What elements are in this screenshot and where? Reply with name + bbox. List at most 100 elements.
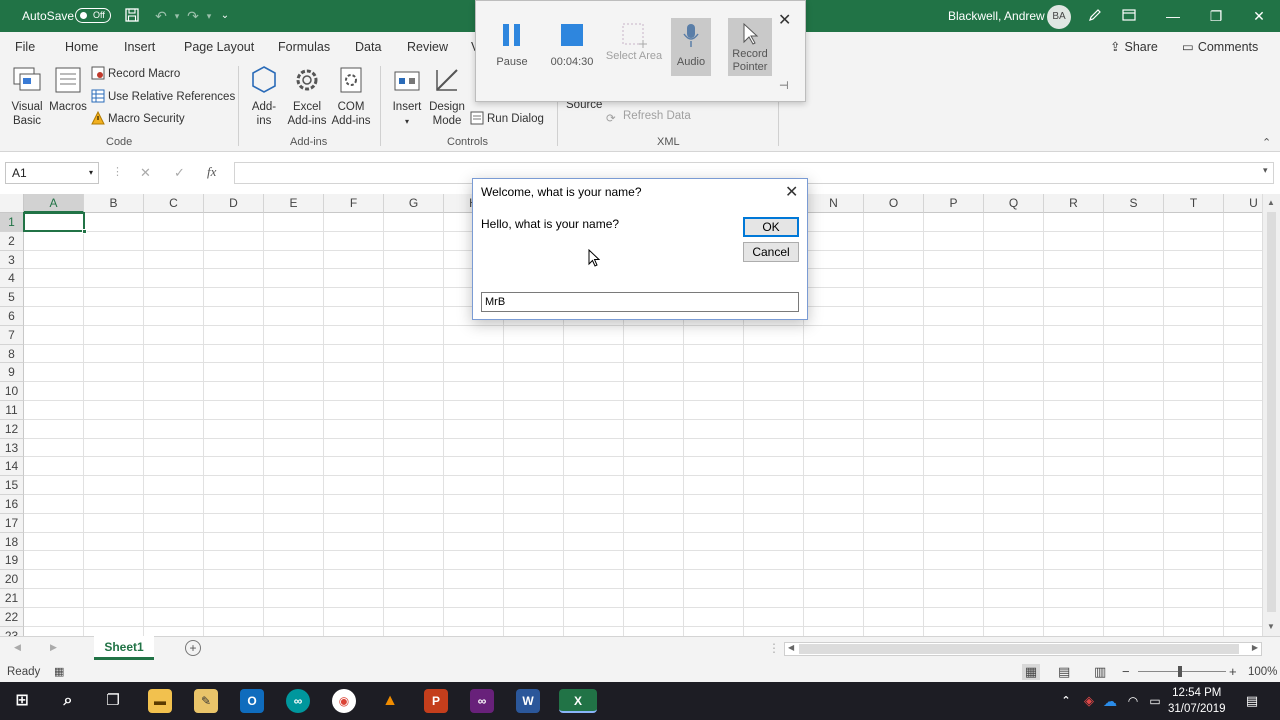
run-dialog-button[interactable]: Run Dialog: [470, 110, 544, 128]
scroll-up-icon[interactable]: ▲: [1267, 198, 1275, 207]
sheet-tab-sheet1[interactable]: Sheet1: [94, 636, 154, 660]
row-header[interactable]: 14: [0, 457, 24, 477]
column-header[interactable]: P: [924, 194, 984, 213]
row-header[interactable]: 21: [0, 589, 24, 608]
collapse-ribbon-icon[interactable]: ⌃: [1262, 136, 1271, 149]
restore-button[interactable]: ❐: [1193, 0, 1239, 32]
minimize-button[interactable]: —: [1150, 0, 1196, 32]
row-header[interactable]: 12: [0, 419, 24, 439]
onedrive-icon[interactable]: ☁: [1098, 689, 1122, 713]
powerpoint-icon[interactable]: P: [424, 689, 448, 713]
taskbar-clock[interactable]: 12:54 PM 31/07/2019: [1168, 685, 1226, 717]
record-macro-button[interactable]: Record Macro: [91, 65, 180, 83]
row-header[interactable]: 18: [0, 532, 24, 552]
close-window-button[interactable]: ✕: [1236, 0, 1280, 32]
search-icon[interactable]: ⌕: [56, 689, 80, 713]
fill-handle[interactable]: [82, 229, 87, 234]
row-header[interactable]: 10: [0, 382, 24, 401]
normal-view-icon[interactable]: ▦: [1022, 664, 1040, 680]
row-header[interactable]: 6: [0, 307, 24, 326]
comments-button[interactable]: ▭ Comments: [1182, 37, 1258, 57]
pin-icon[interactable]: ⊣: [779, 79, 789, 92]
tab-formulas[interactable]: Formulas: [278, 40, 330, 54]
zoom-out-icon[interactable]: −: [1122, 664, 1130, 679]
tab-page-layout[interactable]: Page Layout: [184, 40, 254, 54]
save-icon[interactable]: [123, 7, 141, 25]
file-explorer-icon[interactable]: ▬: [148, 689, 172, 713]
cancel-button[interactable]: Cancel: [743, 242, 799, 262]
next-sheet-icon[interactable]: ▶: [50, 642, 57, 653]
com-add-ins-button[interactable]: COM Add-ins: [330, 64, 372, 128]
scroll-left-icon[interactable]: ◀: [788, 643, 794, 652]
zoom-in-icon[interactable]: +: [1229, 664, 1237, 679]
page-break-view-icon[interactable]: ▥: [1094, 664, 1106, 680]
page-layout-view-icon[interactable]: ▤: [1058, 664, 1070, 680]
cancel-entry-icon[interactable]: ✕: [140, 165, 151, 181]
task-view-icon[interactable]: ❐: [101, 689, 125, 713]
row-header[interactable]: 8: [0, 344, 24, 364]
tab-data[interactable]: Data: [355, 40, 381, 54]
select-area-button[interactable]: Select Area: [604, 18, 664, 63]
autosave-toggle[interactable]: Off: [75, 8, 111, 23]
visual-studio-icon[interactable]: ∞: [470, 689, 494, 713]
vertical-scroll-thumb[interactable]: [1267, 212, 1276, 612]
vertical-scrollbar[interactable]: ▲ ▼: [1262, 194, 1280, 636]
avatar[interactable]: BA: [1047, 5, 1071, 29]
word-icon[interactable]: W: [516, 689, 540, 713]
show-hidden-icons-icon[interactable]: ⌃: [1054, 689, 1078, 713]
scroll-right-icon[interactable]: ▶: [1252, 643, 1258, 652]
tab-home[interactable]: Home: [65, 40, 98, 54]
row-header[interactable]: 22: [0, 607, 24, 627]
scroll-down-icon[interactable]: ▼: [1267, 622, 1275, 631]
design-mode-button[interactable]: Design Mode: [428, 64, 466, 128]
column-header[interactable]: T: [1164, 194, 1224, 213]
column-header[interactable]: S: [1104, 194, 1164, 213]
column-header[interactable]: F: [324, 194, 384, 213]
ribbon-display-icon[interactable]: [1120, 7, 1138, 25]
action-center-icon[interactable]: ▤: [1240, 689, 1264, 713]
column-header[interactable]: E: [264, 194, 324, 213]
arduino-icon[interactable]: ∞: [286, 689, 310, 713]
column-header[interactable]: C: [144, 194, 204, 213]
column-header[interactable]: U: [1224, 194, 1262, 213]
column-header[interactable]: D: [204, 194, 264, 213]
close-recorder-icon[interactable]: ✕: [778, 10, 791, 30]
visual-basic-button[interactable]: Visual Basic: [8, 64, 46, 128]
windows-start-icon[interactable]: ⊞: [10, 689, 34, 713]
name-box[interactable]: A1 ▾: [5, 162, 99, 184]
close-dialog-icon[interactable]: ✕: [785, 182, 798, 202]
pause-recording-button[interactable]: Pause: [482, 18, 542, 69]
customize-qat-icon[interactable]: ⌄: [216, 7, 234, 25]
column-header[interactable]: O: [864, 194, 924, 213]
horizontal-scroll-thumb[interactable]: [799, 644, 1239, 654]
pen-icon[interactable]: [1086, 7, 1104, 25]
vlc-icon[interactable]: ▲: [378, 689, 402, 713]
row-header[interactable]: 1: [0, 213, 24, 232]
zoom-slider-track[interactable]: [1138, 671, 1226, 672]
column-header[interactable]: N: [804, 194, 864, 213]
row-header[interactable]: 5: [0, 288, 24, 307]
row-header[interactable]: 19: [0, 551, 24, 571]
macro-security-button[interactable]: Macro Security: [91, 110, 185, 128]
column-header[interactable]: B: [84, 194, 144, 213]
ok-button[interactable]: OK: [743, 217, 799, 237]
macro-recording-icon[interactable]: ▦: [54, 665, 64, 678]
tab-insert[interactable]: Insert: [124, 40, 155, 54]
add-ins-button[interactable]: Add-ins: [246, 64, 282, 128]
row-header[interactable]: 9: [0, 363, 24, 383]
add-sheet-icon[interactable]: +: [185, 640, 201, 656]
row-header[interactable]: 11: [0, 401, 24, 420]
paint-app-icon[interactable]: ✎: [194, 689, 218, 713]
outlook-icon[interactable]: O: [240, 689, 264, 713]
row-header[interactable]: 3: [0, 250, 24, 270]
selected-cell-a1[interactable]: [23, 212, 85, 232]
excel-taskbar-icon[interactable]: X: [559, 689, 597, 713]
name-input[interactable]: [481, 292, 799, 312]
tab-split-grip-icon[interactable]: ⋮: [768, 641, 780, 655]
share-button[interactable]: ⇪ Share: [1110, 37, 1158, 57]
prev-sheet-icon[interactable]: ◀: [14, 642, 21, 653]
row-header[interactable]: 17: [0, 513, 24, 533]
row-header[interactable]: 7: [0, 325, 24, 345]
record-pointer-toggle-button[interactable]: Record Pointer: [728, 18, 772, 76]
column-header[interactable]: A: [24, 194, 84, 213]
